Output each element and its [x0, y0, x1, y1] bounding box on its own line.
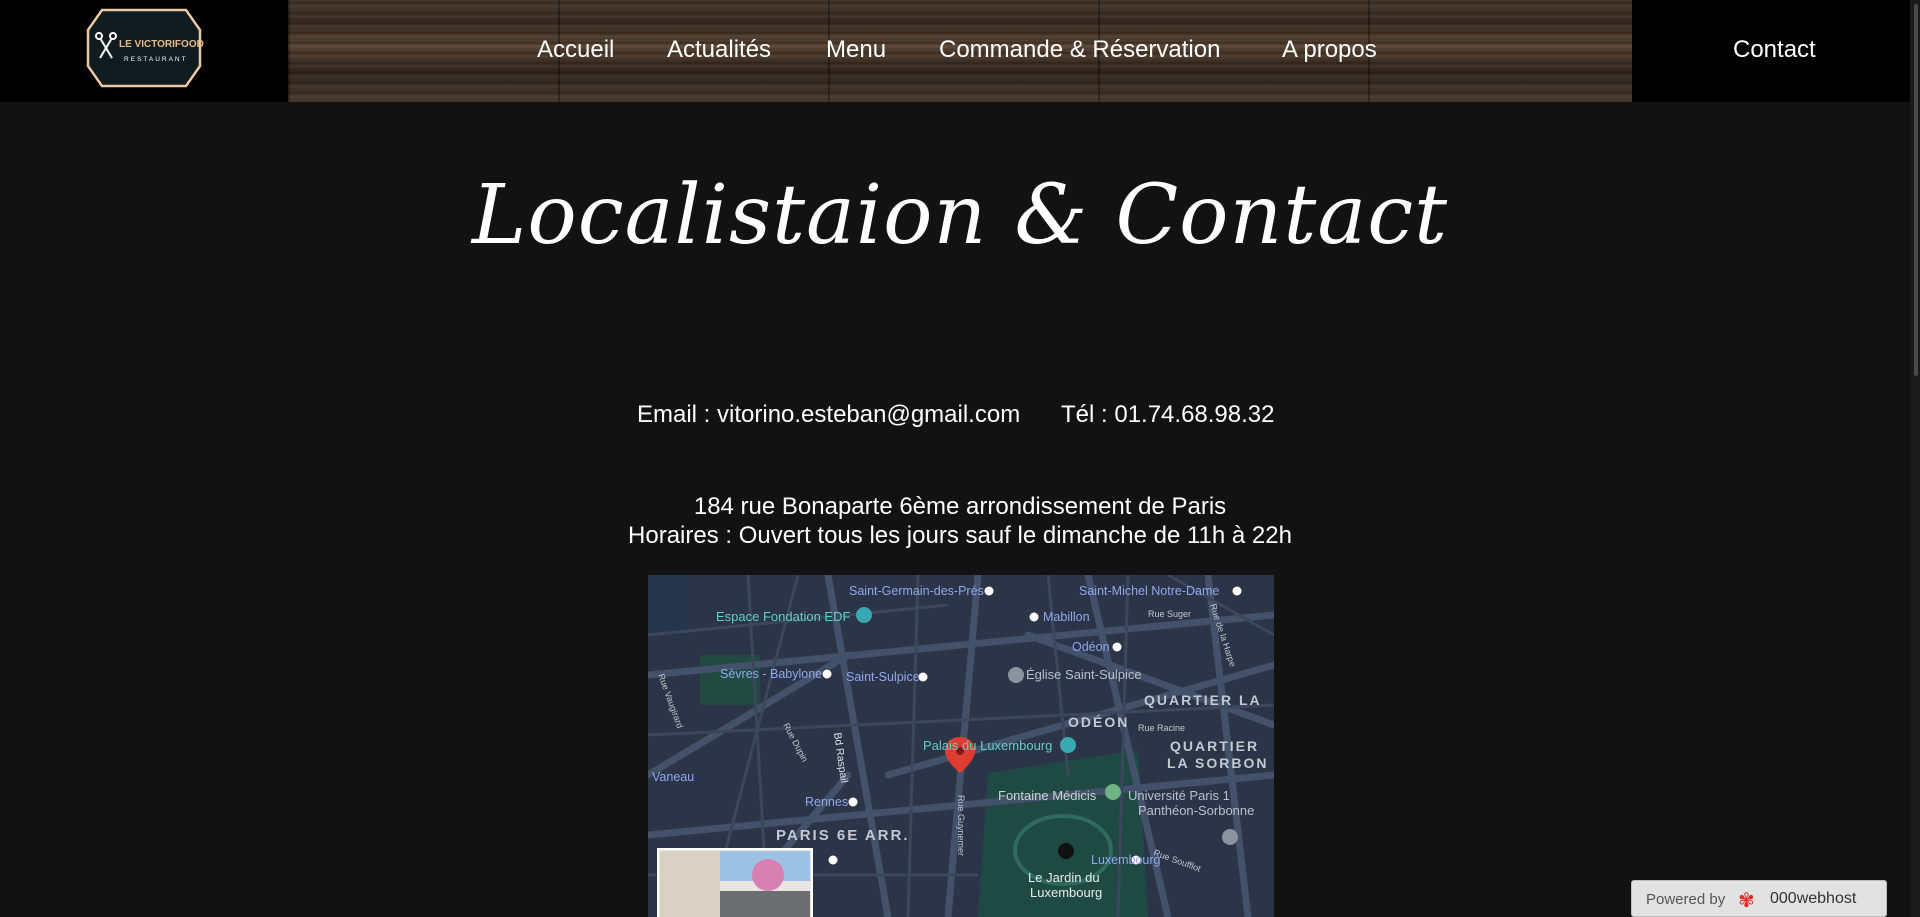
label-sevres: Sèvres - Babylone: [720, 667, 822, 681]
location-map[interactable]: Saint-Germain-des-Prés Mabillon Saint-Mi…: [648, 575, 1274, 917]
label-universite-2: Panthéon-Sorbonne: [1138, 803, 1254, 818]
restaurant-logo[interactable]: LE VICTORIFOOD RESTAURANT: [84, 6, 204, 90]
logo-text-1: LE VICTORIFOOD: [119, 39, 204, 50]
label-luxembourg-station: Luxembourg: [1091, 853, 1161, 867]
school-icon: [1222, 829, 1238, 845]
logo-badge: LE VICTORIFOOD RESTAURANT: [86, 8, 204, 88]
powered-by-badge[interactable]: Powered by ✾ 000webhost: [1631, 880, 1887, 917]
label-mabillon: Mabillon: [1043, 610, 1090, 624]
map-canvas[interactable]: Saint-Germain-des-Prés Mabillon Saint-Mi…: [648, 575, 1274, 917]
logo-text-2: RESTAURANT: [124, 56, 188, 63]
label-espace-edf: Espace Fondation EDF: [716, 609, 850, 624]
label-paris-6: PARIS 6E ARR.: [776, 827, 910, 844]
nav-actualites[interactable]: Actualités: [667, 36, 771, 64]
nav-accueil[interactable]: Accueil: [537, 36, 614, 64]
label-odeon-station: Odéon: [1072, 640, 1110, 654]
label-rue-guynemer: Rue Guynemer: [956, 795, 966, 856]
webhost-logo-icon: ✾: [1738, 890, 1755, 912]
nav-commande-reservation[interactable]: Commande & Réservation: [939, 36, 1220, 64]
label-saint-michel: Saint-Michel Notre-Dame: [1079, 584, 1219, 598]
label-eglise: Église Saint-Sulpice: [1026, 667, 1142, 682]
email-text: Email : vitorino.esteban@gmail.com: [637, 401, 1021, 428]
nav-a-propos[interactable]: A propos: [1282, 36, 1377, 64]
museum-icon-2: [1060, 737, 1076, 753]
label-rennes: Rennes: [805, 795, 848, 809]
label-vaneau: Vaneau: [652, 770, 694, 784]
site-header: LE VICTORIFOOD RESTAURANT Accueil Actual…: [0, 0, 1920, 102]
park-poi-icon: [1105, 784, 1121, 800]
label-quartier-la: QUARTIER LA: [1144, 692, 1262, 708]
page-title: Localistaion & Contact: [471, 168, 1449, 263]
address-text: 184 rue Bonaparte 6ème arrondissement de…: [693, 493, 1227, 520]
scrollbar-thumb[interactable]: [1914, 4, 1918, 376]
powered-by-text: Powered by: [1646, 891, 1726, 908]
label-jardin-1: Le Jardin du: [1028, 870, 1100, 885]
label-odeon-area: ODÉON: [1068, 714, 1129, 730]
label-quartier-sorbonne-1: QUARTIER: [1170, 738, 1259, 754]
phone-text: Tél : 01.74.68.98.32: [1061, 401, 1275, 428]
museum-icon: [856, 607, 872, 623]
label-saint-germain: Saint-Germain-des-Prés: [849, 584, 984, 598]
label-palais: Palais du Luxembourg: [923, 738, 1052, 753]
hours-text: Horaires : Ouvert tous les jours sauf le…: [628, 522, 1292, 549]
label-rue-racine: Rue Racine: [1138, 723, 1185, 733]
label-universite-1: Université Paris 1: [1128, 788, 1230, 803]
label-fontaine: Fontaine Médicis: [998, 788, 1097, 803]
label-jardin-2: Luxembourg: [1030, 885, 1102, 900]
page-scrollbar[interactable]: [1910, 0, 1920, 917]
church-icon: [1008, 667, 1024, 683]
label-rue-suger: Rue Suger: [1148, 609, 1191, 619]
host-name-text: 000webhost: [1770, 890, 1857, 907]
street-view-thumbnail: [657, 848, 813, 917]
label-quartier-sorbonne-2: LA SORBON: [1167, 755, 1268, 771]
nav-contact[interactable]: Contact: [1733, 36, 1816, 64]
label-saint-sulpice: Saint-Sulpice: [846, 670, 920, 684]
nav-menu[interactable]: Menu: [826, 36, 886, 64]
